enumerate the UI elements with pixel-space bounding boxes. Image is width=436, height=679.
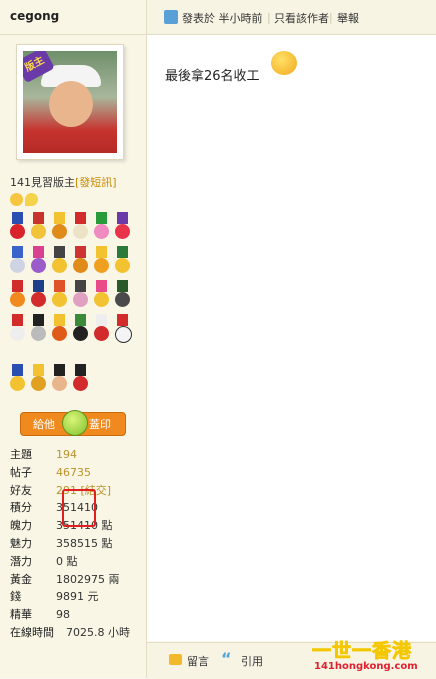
stat-label: 潛力 <box>10 554 32 568</box>
stat-label: 魄力 <box>10 519 32 533</box>
medal-icon[interactable] <box>114 280 131 310</box>
post-header: 發表於 半小時前 | 只看該作者 | 舉報 <box>147 0 436 35</box>
stat-label: 精華 <box>10 608 32 622</box>
medal-icon[interactable] <box>93 314 110 344</box>
medal-icon[interactable] <box>30 280 47 310</box>
stat-label: 在線時間 <box>10 625 54 639</box>
watermark-title: 一世一香港 <box>312 640 413 663</box>
medal-icon[interactable] <box>51 212 68 242</box>
user-role: 141見習版主[發短訊] <box>10 174 117 190</box>
stat-value: 98 <box>56 608 70 622</box>
medal-row-extra <box>9 364 89 394</box>
medal-icon[interactable] <box>114 246 131 276</box>
give-stamp-button[interactable]: 給他 蓋印 <box>20 410 126 436</box>
medal-icon[interactable] <box>72 280 89 310</box>
divider <box>0 34 146 35</box>
username[interactable]: cegong <box>10 9 59 23</box>
moon-icon <box>25 193 38 206</box>
watermark-url: 141hongkong.com <box>314 661 418 672</box>
medal-icon[interactable] <box>51 364 68 394</box>
medal-icon[interactable] <box>51 280 68 310</box>
medal-icon[interactable] <box>72 246 89 276</box>
stat-row-money: 錢 9891 元 <box>10 588 130 606</box>
medal-icon[interactable] <box>72 314 89 344</box>
stamp-knob-icon <box>62 410 88 436</box>
send-message-link[interactable]: [發短訊] <box>75 176 117 189</box>
medal-icon[interactable] <box>51 314 68 344</box>
stat-label: 魅力 <box>10 536 32 550</box>
medal-icon[interactable] <box>72 364 89 394</box>
stat-label: 黃金 <box>10 572 32 586</box>
medal-icon[interactable] <box>93 280 110 310</box>
medal-grid <box>9 212 135 348</box>
stamp-label: 蓋印 <box>89 418 111 431</box>
stat-label: 帖子 <box>10 465 32 479</box>
quote-link[interactable]: 引用 <box>241 653 263 669</box>
happy-face-icon <box>269 47 299 77</box>
stat-value: 0 點 <box>56 554 78 568</box>
medal-icon[interactable] <box>9 314 26 344</box>
medal-icon[interactable] <box>9 246 26 276</box>
stat-row-topics: 主題 194 <box>10 446 130 464</box>
medal-icon[interactable] <box>114 314 132 344</box>
user-online-icon <box>164 10 178 24</box>
stat-row-potential: 潛力 0 點 <box>10 553 130 571</box>
medal-icon[interactable] <box>9 280 26 310</box>
role-label: 141見習版主 <box>10 176 75 189</box>
divider: | <box>329 11 333 24</box>
post-time: 發表於 半小時前 <box>182 12 263 25</box>
stat-value[interactable]: 194 <box>56 446 77 464</box>
quote-icon: “ <box>221 649 232 668</box>
only-author-link[interactable]: 只看該作者 <box>274 10 329 26</box>
stat-label: 好友 <box>10 483 32 497</box>
medal-icon[interactable] <box>9 364 26 394</box>
highlight-annotation <box>62 489 96 527</box>
mood-icons <box>10 193 38 206</box>
stat-label: 錢 <box>10 590 21 604</box>
medal-icon[interactable] <box>114 212 131 242</box>
medal-icon[interactable] <box>30 364 47 394</box>
post-content: 最後拿26名收工 <box>165 69 260 84</box>
reply-link[interactable]: 留言 <box>187 653 209 669</box>
user-stats: 主題 194 帖子 46735 好友 291 [結交] 積分 351410 魄力 3514… <box>10 446 130 642</box>
comment-icon <box>169 654 182 665</box>
stat-row-digest: 精華 98 <box>10 606 130 624</box>
user-sidebar: cegong 版主 141見習版主[發短訊] 給他 蓋印 主題 194 帖子 4… <box>0 0 147 678</box>
medal-icon[interactable] <box>30 246 47 276</box>
report-link[interactable]: 舉報 <box>337 10 359 26</box>
stat-row-posts: 帖子 46735 <box>10 464 130 482</box>
medal-icon[interactable] <box>93 246 110 276</box>
face-shape <box>49 81 93 127</box>
medal-icon[interactable] <box>30 314 47 344</box>
stat-row-gold: 黃金 1802975 兩 <box>10 571 130 589</box>
stat-value: 7025.8 小時 <box>66 625 130 639</box>
avatar-image: 版主 <box>23 51 117 153</box>
stat-label: 主題 <box>10 448 32 461</box>
stat-label: 積分 <box>10 501 32 515</box>
stat-value: 1802975 兩 <box>56 572 120 586</box>
medal-icon[interactable] <box>72 212 89 242</box>
avatar[interactable]: 版主 <box>16 44 124 160</box>
stat-value[interactable]: 46735 <box>56 464 91 482</box>
stat-row-charm: 魅力 358515 點 <box>10 535 130 553</box>
post-body: 最後拿26名收工 <box>147 35 436 641</box>
stat-value: 358515 點 <box>56 536 113 550</box>
medal-icon[interactable] <box>51 246 68 276</box>
divider: | <box>267 11 271 24</box>
medal-icon[interactable] <box>30 212 47 242</box>
medal-icon[interactable] <box>9 212 26 242</box>
site-watermark: 一世一香港 141hongkong.com <box>312 636 436 678</box>
stat-value: 9891 元 <box>56 590 99 604</box>
stat-row-online: 在線時間 7025.8 小時 <box>10 624 130 642</box>
medal-icon[interactable] <box>93 212 110 242</box>
smile-icon <box>10 193 23 206</box>
give-label: 給他 <box>33 418 55 431</box>
